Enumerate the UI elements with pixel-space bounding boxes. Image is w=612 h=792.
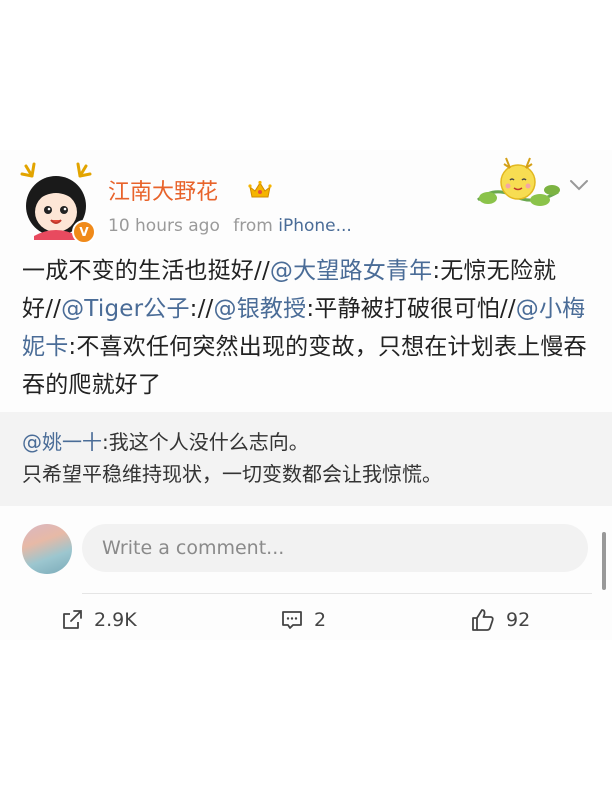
repost-line-1: :我这个人没什么志向。: [102, 430, 309, 454]
scrollbar[interactable]: [602, 532, 606, 590]
comment-icon: [282, 611, 302, 629]
post-content: 一成不变的生活也挺好//@大望路女青年:无惊无险就好//@Tiger公子://@…: [22, 252, 592, 404]
current-user-avatar: [22, 524, 72, 574]
repost-text: @姚一十:我这个人没什么志向。 只希望平稳维持现状，一切变数都会让我惊慌。: [22, 426, 602, 490]
like-button[interactable]: 92: [470, 605, 530, 635]
user-avatar[interactable]: V: [20, 162, 96, 244]
divider: [82, 593, 592, 594]
post-source[interactable]: iPhone...: [278, 216, 352, 236]
crown-icon[interactable]: [248, 180, 272, 200]
reposted-content[interactable]: @姚一十:我这个人没什么志向。 只希望平稳维持现状，一切变数都会让我惊慌。: [0, 412, 612, 506]
comment-button[interactable]: 2: [280, 605, 326, 635]
like-count: 92: [506, 609, 531, 631]
content-text: :平静被打破很可怕//: [306, 296, 516, 322]
post-meta: 10 hours ago from iPhone...: [108, 216, 352, 236]
comment-input[interactable]: Write a comment...: [82, 524, 588, 572]
content-text: 一成不变的生活也挺好//: [22, 258, 270, 284]
chevron-down-icon[interactable]: [568, 174, 590, 196]
mention-link[interactable]: @Tiger公子: [61, 296, 190, 322]
post-time: 10 hours ago: [108, 216, 220, 236]
share-button[interactable]: 2.9K: [60, 605, 137, 635]
content-text: ://: [189, 296, 214, 322]
verified-icon: V: [72, 220, 96, 244]
weibo-post: V 江南大野花 10 hours ago from iPhone... 一成不变…: [0, 150, 612, 640]
from-label: from: [233, 216, 273, 236]
content-text: :不喜欢任何突然出现的变故，只想在计划表上慢吞吞的爬就好了: [22, 334, 587, 398]
share-icon: [63, 610, 82, 629]
comment-count: 2: [314, 609, 327, 631]
repost-line-2: 只希望平稳维持现状，一切变数都会让我惊慌。: [22, 462, 442, 486]
comment-row: Write a comment...: [0, 520, 612, 580]
share-count: 2.9K: [94, 609, 137, 631]
username[interactable]: 江南大野花: [108, 174, 218, 206]
mention-link[interactable]: @大望路女青年: [270, 258, 432, 284]
mention-link[interactable]: @银教授: [214, 296, 307, 322]
repost-author[interactable]: @姚一十: [22, 430, 102, 454]
sticker-image: [477, 157, 560, 206]
like-icon: [472, 609, 494, 631]
